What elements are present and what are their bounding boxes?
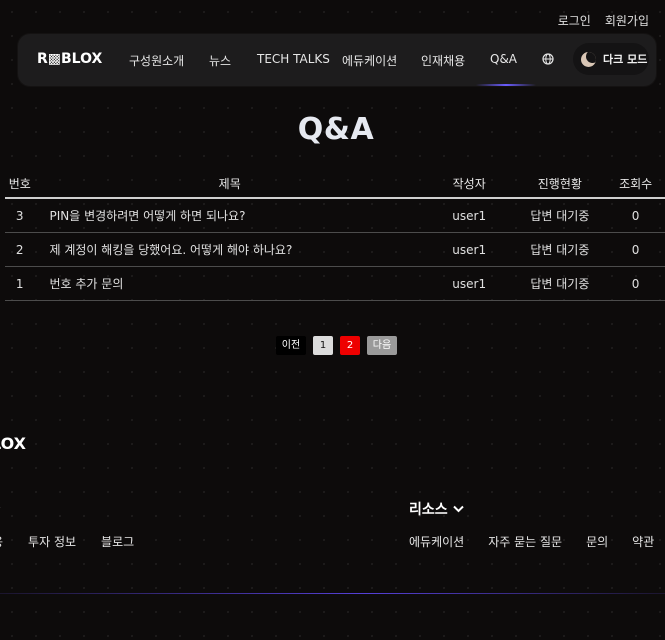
dark-mode-label: 다크 모드 <box>603 53 648 66</box>
header-views: 조회수 <box>606 170 665 199</box>
chevron-down-icon <box>452 505 464 513</box>
row-author: user1 <box>424 232 514 267</box>
top-links: 로그인 회원가입 <box>558 12 649 29</box>
footer-link-blog[interactable]: 블로그 <box>101 533 134 550</box>
table-row[interactable]: 1 번호 추가 문의 user1 답변 대기중 0 <box>5 266 665 301</box>
row-views: 0 <box>606 198 665 233</box>
moon-icon <box>581 51 596 67</box>
footer-link-education[interactable]: 에듀케이션 <box>409 533 464 550</box>
header-author: 작성자 <box>424 170 514 199</box>
nav-item-members[interactable]: 구성원소개 <box>129 52 184 69</box>
nav-item-news[interactable]: 뉴스 <box>209 52 231 69</box>
footer-link-cut[interactable]: 용 <box>0 533 3 550</box>
row-views: 0 <box>606 266 665 301</box>
row-title-link[interactable]: 제 계정이 해킹을 당했어요. 어떻게 해야 하나요? <box>34 232 425 267</box>
row-no: 2 <box>5 232 35 267</box>
resources-heading-label: 리소스 <box>409 502 448 518</box>
footer-left-heading: - <box>0 500 1 515</box>
nav-item-qna[interactable]: Q&A <box>490 52 517 66</box>
row-title-link[interactable]: PIN을 변경하려면 어떻게 하면 되나요? <box>34 198 425 233</box>
header-no: 번호 <box>5 170 35 199</box>
dark-mode-toggle[interactable]: 다크 모드 <box>573 43 649 75</box>
row-no: 1 <box>5 266 35 301</box>
roblox-logo[interactable]: R▩BLOX <box>37 51 102 67</box>
pagination: 이전 1 2 다음 <box>276 336 397 355</box>
prev-page-button[interactable]: 이전 <box>276 336 306 355</box>
row-title-link[interactable]: 번호 추가 문의 <box>34 266 425 301</box>
row-status: 답변 대기중 <box>513 266 607 301</box>
login-link[interactable]: 로그인 <box>558 12 591 29</box>
globe-icon[interactable] <box>542 53 554 65</box>
footer-link-contact[interactable]: 문의 <box>586 533 608 550</box>
active-nav-indicator <box>476 84 536 86</box>
table-row[interactable]: 2 제 계정이 해킹을 당했어요. 어떻게 해야 하나요? user1 답변 대… <box>5 232 665 267</box>
footer-left-links: 용 투자 정보 블로그 <box>0 533 159 550</box>
signup-link[interactable]: 회원가입 <box>605 12 649 29</box>
main-navbar: R▩BLOX 구성원소개 뉴스 TECH TALKS 에듀케이션 인재채용 Q&… <box>18 34 656 86</box>
table-header-row: 번호 제목 작성자 진행현황 조회수 <box>5 170 665 199</box>
footer-link-investor[interactable]: 투자 정보 <box>28 533 76 550</box>
footer-divider <box>0 593 665 594</box>
row-no: 3 <box>5 198 35 233</box>
row-author: user1 <box>424 266 514 301</box>
row-views: 0 <box>606 232 665 267</box>
row-author: user1 <box>424 198 514 233</box>
nav-item-careers[interactable]: 인재채용 <box>421 52 465 69</box>
header-status: 진행현황 <box>513 170 607 199</box>
resources-dropdown[interactable]: 리소스 <box>409 499 464 519</box>
footer-logo[interactable]: LOX <box>0 434 26 453</box>
page-title: Q&A <box>297 112 375 147</box>
qna-table: 번호 제목 작성자 진행현황 조회수 3 PIN을 변경하려면 어떻게 하면 되… <box>5 170 665 301</box>
footer-resource-links: 에듀케이션 자주 묻는 질문 문의 약관 <box>409 533 654 550</box>
table-row[interactable]: 3 PIN을 변경하려면 어떻게 하면 되나요? user1 답변 대기중 0 <box>5 198 665 233</box>
nav-item-education[interactable]: 에듀케이션 <box>342 52 397 69</box>
page-2-button[interactable]: 2 <box>340 336 360 355</box>
footer-link-terms[interactable]: 약관 <box>632 533 654 550</box>
footer-link-faq[interactable]: 자주 묻는 질문 <box>488 533 562 550</box>
row-status: 답변 대기중 <box>513 232 607 267</box>
nav-item-tech-talks[interactable]: TECH TALKS <box>257 52 330 66</box>
header-title: 제목 <box>34 170 425 199</box>
page-1-button[interactable]: 1 <box>313 336 333 355</box>
next-page-button[interactable]: 다음 <box>367 336 397 355</box>
row-status: 답변 대기중 <box>513 198 607 233</box>
